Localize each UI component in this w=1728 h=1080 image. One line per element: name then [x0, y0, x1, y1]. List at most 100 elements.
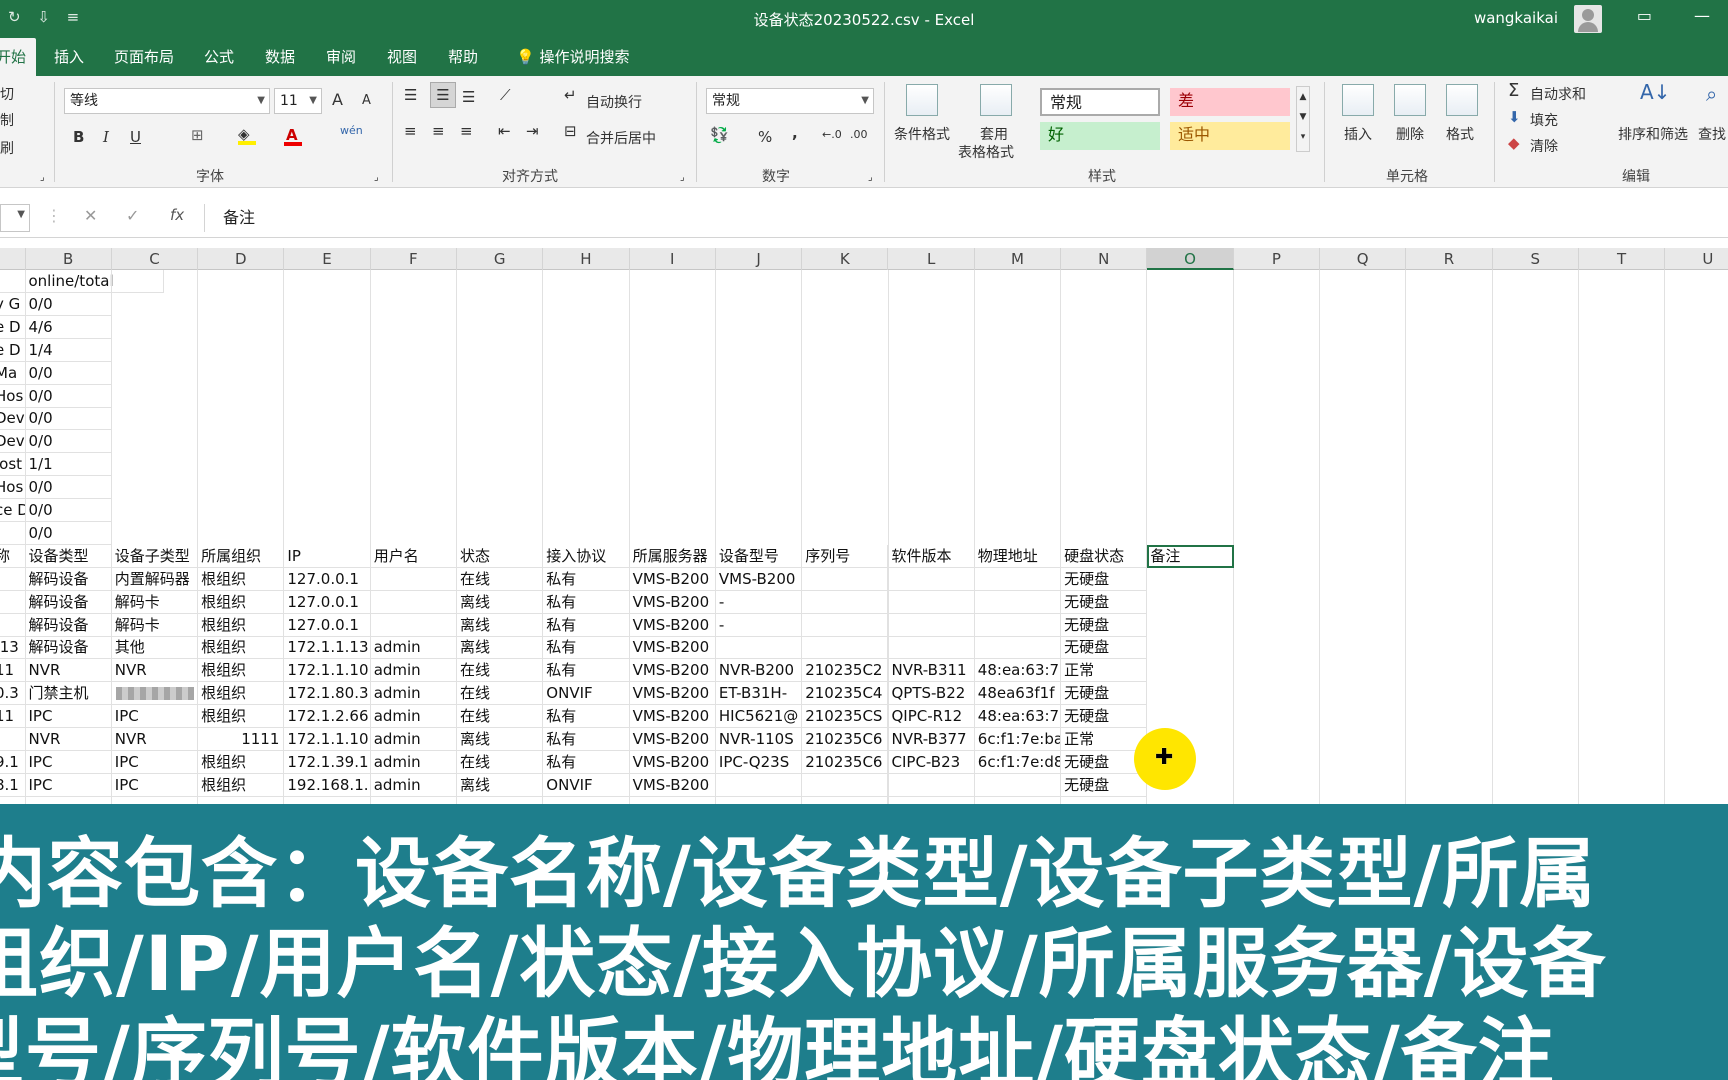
grid-cell[interactable]: 在线: [457, 705, 544, 729]
grid-cell[interactable]: ONVIF: [543, 682, 630, 706]
grid-cell[interactable]: 1111: [198, 728, 285, 751]
grid-cell[interactable]: 无硬盘: [1061, 705, 1148, 729]
grid-cell[interactable]: 无硬盘: [1061, 636, 1148, 660]
grid-cell[interactable]: HIC5621@: [715, 705, 803, 729]
grid-cell[interactable]: NVR-B377: [888, 728, 975, 751]
ribbon-display-icon[interactable]: ▭: [1637, 6, 1652, 25]
grid-cell[interactable]: NVR: [25, 659, 112, 683]
tab-search[interactable]: 💡 操作说明搜索: [506, 38, 639, 76]
insert-function-button[interactable]: fx: [170, 206, 184, 224]
tab-help[interactable]: 帮助: [438, 38, 488, 76]
grid-cell[interactable]: [888, 567, 975, 591]
font-name-combo[interactable]: 等线 ▼: [64, 88, 270, 114]
grid-cell[interactable]: admin: [370, 636, 457, 660]
tab-insert[interactable]: 插入: [44, 38, 94, 76]
grid-cell[interactable]: [0, 567, 26, 591]
grid-cell[interactable]: NVR: [111, 659, 199, 683]
grid-cell[interactable]: 172.1.2.66: [284, 705, 371, 729]
column-header-q[interactable]: Q: [1320, 248, 1407, 270]
grid-cell[interactable]: [630, 796, 716, 804]
header-cell[interactable]: 所属组织: [198, 544, 285, 568]
grid-cell[interactable]: 私有: [543, 636, 630, 660]
dialog-launcher-icon[interactable]: ⌟: [868, 172, 873, 183]
grid-cell[interactable]: [802, 636, 889, 660]
header-cell[interactable]: 设备类型: [25, 544, 112, 568]
underline-button[interactable]: U: [130, 128, 141, 146]
grid-cell[interactable]: [1147, 796, 1234, 804]
grid-cell[interactable]: [0, 521, 26, 545]
grid-cell[interactable]: 6c:f1:7e:ba: [974, 728, 1062, 751]
style-good[interactable]: 好: [1040, 122, 1160, 150]
grid-cell[interactable]: -: [715, 613, 803, 637]
grid-cell[interactable]: [716, 796, 803, 804]
grid-cell[interactable]: 无硬盘: [1061, 590, 1148, 614]
grid-cell[interactable]: 48ea63f1f: [974, 682, 1062, 706]
italic-button[interactable]: I: [103, 128, 109, 146]
grid-cell[interactable]: 解码卡: [111, 590, 199, 614]
grid-cell[interactable]: 4/6: [25, 315, 112, 339]
formula-input[interactable]: 备注: [204, 204, 1728, 232]
grid-cell[interactable]: 私有: [543, 728, 630, 751]
grid-cell[interactable]: admin: [370, 705, 457, 729]
bold-button[interactable]: B: [73, 128, 84, 146]
grid-cell[interactable]: 8.1: [0, 773, 26, 797]
column-header-k[interactable]: K: [802, 248, 889, 270]
styles-scroll-icon[interactable]: ▲ ▼ ▾: [1296, 86, 1310, 152]
grid-cell[interactable]: 门禁主机: [25, 682, 112, 706]
column-header-f[interactable]: F: [371, 248, 457, 270]
dialog-launcher-icon[interactable]: ⌟: [680, 172, 685, 183]
grid-cell[interactable]: VMS-B200: [629, 590, 716, 614]
grid-cell[interactable]: 私有: [543, 705, 630, 729]
header-cell[interactable]: 所属服务器: [629, 544, 716, 568]
grid-cell[interactable]: 48:ea:63:7: [974, 705, 1062, 729]
grid-cell[interactable]: [0, 590, 26, 614]
grid-cell[interactable]: [974, 567, 1062, 591]
grid-cell[interactable]: 210235CS: [802, 705, 889, 729]
grid-cell[interactable]: [1579, 796, 1666, 804]
dialog-launcher-icon[interactable]: ⌟: [40, 172, 45, 183]
grid-cell[interactable]: 172.1.1.10: [284, 728, 371, 751]
selected-cell[interactable]: 备注: [1147, 544, 1234, 568]
grid-cell[interactable]: [1493, 796, 1579, 804]
user-name[interactable]: wangkaikai: [1474, 9, 1558, 27]
minimize-icon[interactable]: —: [1694, 6, 1710, 25]
grid-cell[interactable]: [974, 636, 1062, 660]
grid-cell[interactable]: [0, 796, 26, 804]
grid-cell[interactable]: NVR: [25, 728, 112, 751]
grid-cell[interactable]: 离线: [457, 590, 544, 614]
grid-cell[interactable]: 0/0: [25, 407, 112, 431]
grid-cell[interactable]: 私有: [543, 590, 630, 614]
grid-cell[interactable]: e D: [0, 315, 26, 339]
orientation-icon[interactable]: ⟋: [500, 86, 511, 104]
format-painter-button[interactable]: 格式刷: [0, 138, 14, 158]
column-header-n[interactable]: N: [1061, 248, 1148, 270]
column-header-h[interactable]: H: [543, 248, 630, 270]
grid-cell[interactable]: [888, 590, 975, 614]
column-header-b[interactable]: B: [26, 248, 112, 270]
fill-button[interactable]: 填充: [1530, 110, 1558, 130]
grid-cell[interactable]: 根组织: [198, 636, 285, 660]
name-box[interactable]: ▼: [0, 204, 30, 232]
grid-cell[interactable]: 根组织: [198, 705, 285, 729]
grid-cell[interactable]: ET-B31H-: [715, 682, 803, 706]
header-cell[interactable]: 设备型号: [715, 544, 803, 568]
grid-cell[interactable]: [371, 796, 457, 804]
grid-cell[interactable]: 172.1.39.1: [284, 750, 371, 774]
grid-cell[interactable]: NVR-B311: [888, 659, 975, 683]
sort-filter-button[interactable]: 排序和筛选: [1618, 124, 1688, 144]
grid-cell[interactable]: [112, 796, 199, 804]
delete-cells-button[interactable]: 删除: [1396, 124, 1424, 144]
column-header-partial[interactable]: [0, 248, 26, 270]
avatar[interactable]: [1574, 5, 1602, 33]
grid-cell[interactable]: 离线: [457, 613, 544, 637]
column-header-j[interactable]: J: [716, 248, 803, 270]
grid-cell[interactable]: 172.1.80.3: [284, 682, 371, 706]
tab-page-layout[interactable]: 页面布局: [104, 38, 184, 76]
conditional-format-button[interactable]: 条件格式: [894, 124, 950, 144]
align-right-icon[interactable]: ≡: [460, 122, 473, 140]
grid-cell[interactable]: 解码设备: [25, 613, 112, 637]
grid-cell[interactable]: 解码卡: [111, 613, 199, 637]
grid-cell[interactable]: [802, 590, 889, 614]
grid-cell[interactable]: lost: [0, 453, 26, 477]
phonetic-button[interactable]: wén: [340, 124, 363, 137]
